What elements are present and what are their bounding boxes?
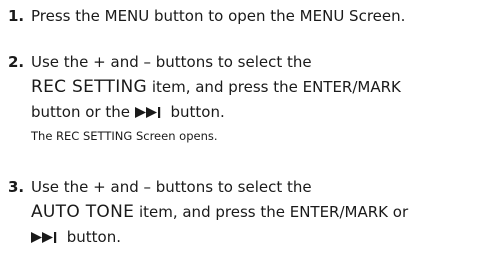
- step-line: Press the MENU button to open the MENU S…: [31, 7, 406, 25]
- step-line: AUTO TONE item, and press the ENTER/MARK…: [31, 200, 492, 225]
- step-text: Use the + and – buttons to select the AU…: [31, 175, 492, 251]
- step-line: REC SETTING item, and press the ENTER/MA…: [31, 75, 492, 100]
- instruction-steps: 1. Press the MENU button to open the MEN…: [0, 0, 494, 273]
- step-1: 1. Press the MENU button to open the MEN…: [8, 4, 492, 29]
- step-3: 3. Use the + and – buttons to select the…: [8, 175, 492, 251]
- step-line: Use the + and – buttons to select the: [31, 178, 312, 196]
- menu-item-name: REC SETTING: [31, 77, 148, 97]
- step-number: 1.: [8, 7, 25, 25]
- step-number: 2.: [8, 53, 25, 71]
- step-2: 2. Use the + and – buttons to select the…: [8, 50, 492, 146]
- step-text: Press the MENU button to open the MENU S…: [31, 4, 492, 29]
- step-line-end: button.: [165, 103, 225, 121]
- skip-forward-icon: [31, 226, 60, 251]
- step-line-end: button.: [62, 228, 122, 246]
- step-line-rest: item, and press the ENTER/MARK or: [134, 203, 409, 221]
- step-line: button.: [31, 225, 492, 251]
- step-result: The REC SETTING Screen opens.: [31, 129, 218, 143]
- skip-forward-icon: [134, 101, 164, 126]
- step-number: 3.: [8, 178, 25, 196]
- step-line-start: button or the: [31, 103, 135, 121]
- step-line: Use the + and – buttons to select the: [31, 53, 312, 71]
- step-line: button or the button.: [31, 100, 492, 126]
- step-line-rest: item, and press the ENTER/MARK: [147, 78, 401, 96]
- step-text: Use the + and – buttons to select the RE…: [31, 50, 492, 146]
- menu-item-name: AUTO TONE: [31, 202, 135, 222]
